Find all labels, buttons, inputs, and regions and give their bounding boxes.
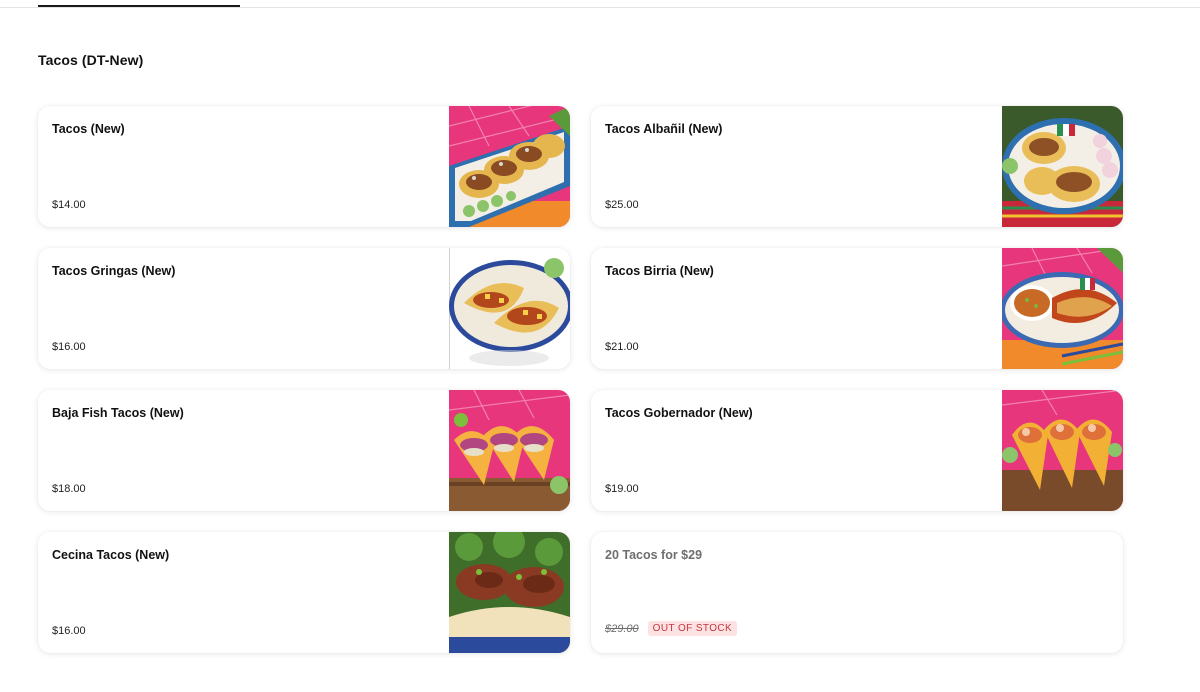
menu-item-name: Tacos Albañil (New)	[605, 122, 723, 136]
menu-item-image	[449, 248, 570, 369]
menu-item-image	[1002, 106, 1123, 227]
out-of-stock-badge: OUT OF STOCK	[647, 621, 738, 636]
menu-item-name: Tacos Birria (New)	[605, 264, 714, 278]
menu-item-name: Tacos Gringas (New)	[52, 264, 176, 278]
menu-item-price: $16.00	[52, 341, 86, 353]
menu-item-card[interactable]: Tacos Birria (New) $21.00	[591, 248, 1123, 369]
menu-item-price: $14.00	[52, 199, 86, 211]
active-tab-indicator	[38, 5, 240, 7]
menu-item-name: Tacos Gobernador (New)	[605, 406, 753, 420]
menu-item-price: $25.00	[605, 199, 639, 211]
promo-price-row: $29.00 OUT OF STOCK	[605, 621, 738, 636]
menu-item-name: Cecina Tacos (New)	[52, 548, 170, 562]
category-tab-bar	[0, 0, 1200, 8]
promo-item-name: 20 Tacos for $29	[605, 548, 703, 562]
promo-item-card[interactable]: 20 Tacos for $29 $29.00 OUT OF STOCK	[591, 532, 1123, 653]
menu-item-price: $16.00	[52, 625, 86, 637]
menu-item-card[interactable]: Tacos Gobernador (New) $19.00	[591, 390, 1123, 511]
menu-item-name: Baja Fish Tacos (New)	[52, 406, 184, 420]
menu-item-image	[449, 106, 570, 227]
menu-item-card[interactable]: Baja Fish Tacos (New) $18.00	[38, 390, 570, 511]
menu-item-price: $18.00	[52, 483, 86, 495]
menu-item-image	[1002, 248, 1123, 369]
tab-bar-divider	[0, 7, 1200, 8]
menu-item-name: Tacos (New)	[52, 122, 125, 136]
menu-item-image	[449, 532, 570, 653]
menu-item-image	[1002, 390, 1123, 511]
section-title: Tacos (DT-New)	[38, 52, 144, 68]
menu-item-price: $19.00	[605, 483, 639, 495]
menu-item-card[interactable]: Tacos Albañil (New) $25.00	[591, 106, 1123, 227]
promo-original-price: $29.00	[605, 622, 639, 635]
menu-item-card[interactable]: Tacos (New) $14.00	[38, 106, 570, 227]
menu-item-card[interactable]: Tacos Gringas (New) $16.00	[38, 248, 570, 369]
menu-item-price: $21.00	[605, 341, 639, 353]
menu-item-card[interactable]: Cecina Tacos (New) $16.00	[38, 532, 570, 653]
menu-item-image	[449, 390, 570, 511]
